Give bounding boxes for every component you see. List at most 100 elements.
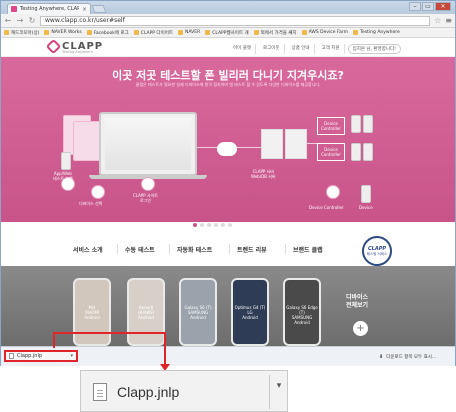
title-bar: Testing Anywhere, CLAPP × – ▭ ✕: [1, 1, 455, 14]
cloud-icon: [217, 142, 237, 156]
bookmark-item[interactable]: NAVER: [177, 30, 200, 35]
bookmark-item[interactable]: 외에서 가격을 쌔지: [253, 30, 297, 36]
menu-divider: [285, 244, 286, 254]
login-icon: [141, 177, 155, 191]
menu-divider: [229, 244, 230, 254]
annotation-line: [53, 332, 165, 334]
reload-icon[interactable]: ↻: [28, 16, 36, 25]
bookmarks-bar: 캐드코모아(상) NAVER Works Facebook에 로그 CLAPP …: [1, 28, 455, 38]
carousel-dot[interactable]: [214, 223, 218, 227]
plus-button[interactable]: +: [353, 321, 368, 336]
hero-subtitle: 클랩은 테스트가 필요한 실제 디바이스에 원격 접속하여 앱 테스트 할 수 …: [135, 82, 321, 87]
show-all-downloads[interactable]: ⬇ 다운로드 항목 모두 표시...: [379, 354, 436, 360]
zoomed-download-item[interactable]: Clapp.jnlp ▾: [80, 370, 288, 412]
hero-title: 이곳 저곳 테스트할 폰 빌리러 다니기 지겨우시죠?: [112, 69, 344, 82]
device-phone-icon: [363, 143, 373, 161]
chevron-down-icon[interactable]: ▾: [271, 381, 287, 391]
new-tab-button[interactable]: [91, 5, 107, 13]
device-name: Mi4 XIAOMI Android: [84, 305, 100, 320]
download-filename: Clapp.jnlp: [17, 353, 43, 359]
url-text: www.clapp.co.kr/user#self: [45, 17, 125, 24]
badge-subtitle: 테스팅 서비스: [366, 251, 388, 256]
label-device: Device: [359, 205, 373, 210]
zoomed-file: Clapp.jnlp: [93, 379, 273, 405]
minimize-button[interactable]: –: [409, 2, 421, 11]
maximize-button[interactable]: ▭: [422, 2, 434, 11]
device-phone-icon: [363, 115, 373, 133]
label-device-select: 디바이스 선택: [79, 201, 103, 206]
web-page: CLAPP Testing Anywhere 아이 플랫 로그아웃 상품 안내 …: [1, 38, 455, 346]
device-phone-icon: [361, 185, 371, 203]
device-name: Galaxy S6 Edge (T) SAMSUNG Android: [286, 305, 318, 325]
bookmark-item[interactable]: NAVER Works: [44, 30, 82, 35]
server-icon: [261, 129, 283, 159]
top-nav-item[interactable]: 고객 지원: [318, 44, 345, 54]
chevron-down-icon[interactable]: ▾: [70, 353, 73, 359]
window-controls: – ▭ ✕: [409, 2, 451, 11]
bookmark-item[interactable]: CLAPP 다이어트: [133, 30, 173, 36]
file-icon: [9, 353, 14, 359]
carousel-dot[interactable]: [228, 223, 232, 227]
bookmark-item[interactable]: Facebook에 로그: [86, 30, 129, 36]
file-icon: [93, 383, 107, 401]
menu-divider: [169, 244, 170, 254]
bookmark-item[interactable]: CLAPP웹사이트 개: [205, 30, 249, 36]
server-icon: [285, 129, 307, 159]
device-controller-box-2: Device Controller: [317, 143, 345, 161]
menu-manual-test[interactable]: 수동 테스트: [125, 245, 155, 254]
device-name: Optimus G4 (T) LG Android: [234, 305, 266, 320]
download-shelf: Clapp.jnlp ▾ ⬇ 다운로드 항목 모두 표시...: [1, 346, 455, 366]
menu-service-intro[interactable]: 서비스 소개: [73, 245, 103, 254]
device-select-icon: [91, 185, 105, 199]
top-nav-item[interactable]: 상품 안내: [288, 44, 315, 54]
carousel-dot[interactable]: [193, 223, 197, 227]
navigation-toolbar: ← → ↻ www.clapp.co.kr/user#self ☆ ≡: [1, 14, 455, 28]
device-card-2: [73, 121, 101, 161]
tab-close-icon[interactable]: ×: [82, 6, 87, 13]
back-icon[interactable]: ←: [4, 16, 12, 25]
zoomed-filename: Clapp.jnlp: [117, 384, 180, 400]
site-header: CLAPP Testing Anywhere 아이 플랫 로그아웃 상품 안내 …: [1, 38, 455, 57]
clapp-testing-badge[interactable]: CLAPP 테스팅 서비스: [362, 236, 392, 266]
connector-line: [307, 143, 317, 144]
logo-mark-icon: [45, 38, 62, 55]
bookmark-icon: [133, 30, 139, 35]
carousel-dot[interactable]: [207, 223, 211, 227]
welcome-user[interactable]: 입지몬 님, 환영합니다!: [347, 44, 401, 54]
device-phone-card[interactable]: Galaxy S6 Edge (T) SAMSUNG Android: [283, 278, 321, 346]
forward-icon[interactable]: →: [16, 16, 24, 25]
close-window-button[interactable]: ✕: [435, 2, 451, 11]
label-device-controller: Device Controller: [309, 205, 344, 210]
favicon-icon: [11, 6, 17, 12]
download-item[interactable]: Clapp.jnlp ▾: [4, 350, 78, 362]
bookmark-icon: [253, 30, 259, 35]
top-nav-item[interactable]: 로그아웃: [259, 44, 285, 54]
menu-icon[interactable]: ≡: [445, 16, 452, 25]
device-phone-icon: [351, 143, 361, 161]
annotation-arrow: [164, 332, 166, 364]
top-nav: 아이 플랫 로그아웃 상품 안내 고객 지원 입지몬 님, 환영합니다!: [229, 44, 401, 54]
bookmark-item[interactable]: 캐드코모아(상): [4, 30, 39, 36]
top-nav-item[interactable]: 아이 플랫: [229, 44, 256, 54]
browser-window: Testing Anywhere, CLAPP × – ▭ ✕ ← → ↻ ww…: [0, 0, 456, 366]
carousel-dot[interactable]: [221, 223, 225, 227]
browser-tab[interactable]: Testing Anywhere, CLAPP ×: [7, 3, 91, 14]
bookmark-icon: [353, 30, 359, 35]
view-all-devices[interactable]: 디바이스 전체보기: [346, 294, 368, 310]
bookmark-item[interactable]: AWS Device Farm: [301, 30, 348, 35]
carousel-dot[interactable]: [200, 223, 204, 227]
menu-brand-clapp[interactable]: 브랜드 클랩: [293, 245, 323, 254]
device-phone-card[interactable]: Mi4 XIAOMI Android: [73, 278, 111, 346]
bookmark-item[interactable]: Testing Anywhere: [353, 30, 400, 35]
menu-trend-review[interactable]: 트렌드 리뷰: [237, 245, 267, 254]
menu-automation-test[interactable]: 자동화 테스트: [177, 245, 212, 254]
device-phone-card[interactable]: Honor6 HUAWEI Android: [127, 278, 165, 346]
device-phone-card[interactable]: Galaxy S6 (T) SAMSUNG Android: [179, 278, 217, 346]
device-phone-card[interactable]: Optimus G4 (T) LG Android: [231, 278, 269, 346]
show-all-label: 다운로드 항목 모두 표시...: [386, 355, 437, 360]
bookmark-icon: [205, 30, 211, 35]
bookmark-star-icon[interactable]: ☆: [434, 16, 441, 25]
carousel-dots: [193, 223, 232, 227]
label-app-web: App/Web 테스트 수행: [53, 171, 73, 181]
address-bar[interactable]: www.clapp.co.kr/user#self: [40, 15, 431, 26]
